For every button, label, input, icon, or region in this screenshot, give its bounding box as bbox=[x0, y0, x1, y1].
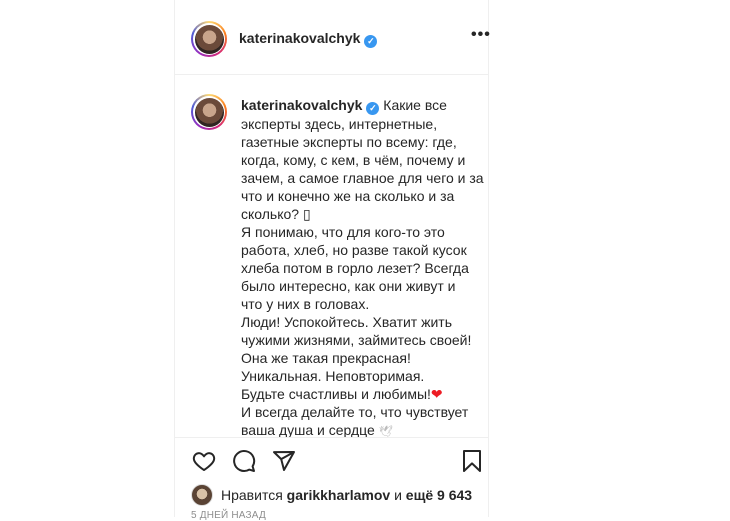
caption-avatar[interactable] bbox=[191, 94, 227, 130]
likes-others-link[interactable]: ещё 9 643 bbox=[406, 487, 472, 503]
header-username-row: katerinakovalchyk ✓ bbox=[239, 30, 378, 48]
action-bar bbox=[191, 449, 481, 475]
author-avatar[interactable] bbox=[191, 21, 227, 57]
caption-username[interactable]: katerinakovalchyk bbox=[241, 97, 362, 113]
caption-line: сколько? ▯ bbox=[241, 206, 311, 222]
header-username[interactable]: katerinakovalchyk bbox=[239, 30, 360, 46]
actions-divider bbox=[175, 437, 488, 438]
caption-line: Она же такая прекрасная! bbox=[241, 350, 411, 366]
liker-avatar[interactable] bbox=[191, 484, 213, 506]
caption: katerinakovalchyk ✓ Какие все эксперты зд… bbox=[241, 96, 484, 441]
caption-line: Уникальная. Неповторимая. bbox=[241, 368, 425, 384]
paper-plane-icon[interactable] bbox=[271, 449, 297, 473]
comment-icon[interactable] bbox=[231, 449, 257, 473]
more-options-button[interactable]: ••• bbox=[471, 27, 491, 43]
caption-line: было интересно, как они живут и bbox=[241, 278, 456, 294]
caption-line: когда, кому, с кем, в чём, почему и bbox=[241, 152, 466, 168]
caption-line-with-heart: Будьте счастливы и любимы!❤ bbox=[241, 386, 443, 402]
caption-line: чужими жизнями, займитесь своей! bbox=[241, 332, 472, 348]
caption-line: Люди! Успокойтесь. Хватит жить bbox=[241, 314, 452, 330]
header-divider bbox=[175, 74, 488, 75]
caption-line: работа, хлеб, но разве такой кусок bbox=[241, 242, 467, 258]
caption-line: что у них в головах. bbox=[241, 296, 370, 312]
caption-verified-badge-icon: ✓ bbox=[366, 102, 380, 115]
caption-line: зачем, а самое главное для чего и за bbox=[241, 170, 484, 186]
author-photo bbox=[194, 24, 224, 54]
caption-line: эксперты здесь, интернетные, bbox=[241, 116, 438, 132]
caption-first-line: katerinakovalchyk ✓ Какие все bbox=[241, 96, 477, 115]
caption-line-with-dove: ваша душа и сердце 🕊 bbox=[241, 422, 393, 438]
caption-line: что и конечно же на сколько и за bbox=[241, 188, 455, 204]
caption-line: И всегда делайте то, что чувствует bbox=[241, 404, 469, 420]
caption-line: Какие все bbox=[383, 97, 447, 113]
caption-line: хлеба потом в горло лезет? Всегда bbox=[241, 260, 469, 276]
likes-summary: Нравится garikkharlamov и ещё 9 643 bbox=[191, 484, 472, 506]
caption-author-photo bbox=[194, 97, 224, 127]
caption-line: газетные эксперты по всему: где, bbox=[241, 134, 457, 150]
likes-prefix: Нравится bbox=[221, 487, 283, 503]
red-heart-emoji-icon: ❤ bbox=[430, 386, 443, 402]
caption-line: Я понимаю, что для кого-то это bbox=[241, 224, 445, 240]
bookmark-icon[interactable] bbox=[461, 449, 483, 473]
verified-badge-icon: ✓ bbox=[364, 35, 378, 48]
liker-username[interactable]: garikkharlamov bbox=[287, 487, 391, 503]
heart-outline-icon[interactable] bbox=[191, 449, 217, 473]
likes-conjunction: и bbox=[394, 487, 402, 503]
post-timestamp[interactable]: 5 дней назад bbox=[191, 510, 266, 521]
post-panel: katerinakovalchyk ✓ ••• katerinakovalchyk… bbox=[174, 0, 491, 521]
